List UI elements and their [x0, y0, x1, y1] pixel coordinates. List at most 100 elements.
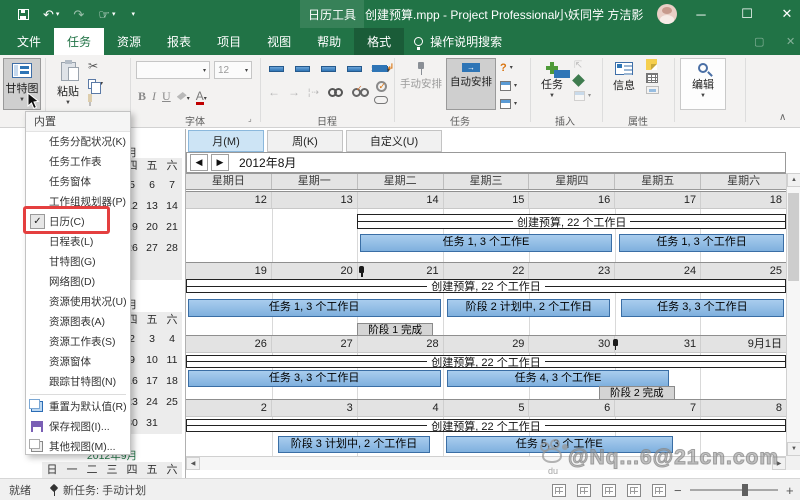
date-cell[interactable]: 31 — [614, 336, 700, 352]
date-cell[interactable]: 3 — [270, 400, 357, 416]
date-cell[interactable]: 16 — [528, 192, 614, 208]
calendar-tab-周(K)[interactable]: 周(K) — [267, 130, 343, 152]
date-cell[interactable]: 30 — [528, 336, 614, 352]
date-cell[interactable]: 6 — [528, 400, 614, 416]
format-painter-button[interactable] — [88, 94, 103, 106]
sheet-view-shortcut[interactable] — [627, 483, 641, 497]
task-bar[interactable]: 任务 3, 3 个工作日 — [187, 370, 441, 387]
scroll-down-button[interactable]: ▼ — [787, 442, 800, 456]
new-task-mode[interactable]: 新任务: 手动计划 — [50, 479, 146, 500]
underline-button[interactable]: U — [162, 89, 171, 104]
task-inspector-button[interactable]: ? ▾ — [500, 60, 517, 75]
font-color-button[interactable]: A▾ — [195, 87, 207, 105]
tab-格式[interactable]: 格式 — [354, 28, 405, 55]
indent-task-button[interactable]: → — [288, 85, 300, 99]
task-information-button[interactable]: 信息 — [606, 58, 642, 110]
split-task-button[interactable]: ¦⇢ — [308, 87, 320, 98]
percent-complete-50-button[interactable]: 50% — [316, 58, 340, 80]
maximize-button[interactable]: ☐ — [730, 0, 764, 28]
task-bar[interactable]: 任务 3, 3 个工作日 — [620, 299, 785, 317]
date-cell[interactable]: 24 — [614, 263, 700, 279]
tab-视图[interactable]: 视图 — [254, 28, 304, 55]
summary-task-bar[interactable]: 创建预算, 22 个工作日 — [186, 279, 786, 293]
date-cell[interactable]: 22 — [442, 263, 529, 279]
insert-summary-button[interactable]: ⇱ — [574, 59, 591, 73]
vertical-scrollbar[interactable]: ▲ ▼ — [786, 173, 800, 456]
task-notes-button[interactable] — [646, 59, 659, 70]
highlight-color-button[interactable]: ▾ — [176, 87, 190, 105]
zoom-out-button[interactable]: − — [674, 479, 682, 500]
date-cell[interactable]: 20 — [270, 263, 357, 279]
inactivate-task-icon[interactable] — [374, 96, 388, 104]
tab-帮助[interactable]: 帮助 — [304, 28, 354, 55]
date-cell[interactable]: 7 — [614, 400, 700, 416]
date-cell[interactable]: 17 — [614, 192, 700, 208]
insert-deliverable-button[interactable]: ▾ — [574, 88, 591, 103]
insert-milestone-button[interactable] — [572, 74, 591, 87]
scroll-left-button[interactable]: ◀ — [186, 457, 200, 470]
task-details-button[interactable] — [646, 73, 659, 83]
task-bar[interactable]: 任务 1, 3 个工作E — [360, 234, 612, 252]
date-cell[interactable]: 15 — [442, 192, 529, 208]
percent-complete-25-button[interactable]: 25% — [290, 58, 314, 80]
date-cell[interactable]: 5 — [442, 400, 529, 416]
team-planner-shortcut[interactable] — [602, 483, 616, 497]
font-name-combobox[interactable]: ▾ — [136, 61, 210, 79]
next-month-button[interactable]: ▶ — [211, 154, 229, 171]
date-cell[interactable]: 23 — [528, 263, 614, 279]
date-cell[interactable]: 27 — [270, 336, 357, 352]
tab-项目[interactable]: 项目 — [204, 28, 254, 55]
minimize-button[interactable]: ─ — [684, 0, 718, 28]
mark-on-track-icon[interactable] — [375, 81, 387, 92]
outdent-task-button[interactable]: ← — [268, 85, 280, 99]
date-cell[interactable]: 13 — [270, 192, 357, 208]
paste-button[interactable]: 粘贴 ▼ — [50, 58, 86, 110]
milestone-bar[interactable]: 阶段 1 完成 — [357, 323, 433, 335]
menu-item-资源图表(A)[interactable]: 资源图表(A) — [26, 312, 130, 332]
percent-complete-0-button[interactable]: 0% — [264, 58, 288, 80]
copy-button[interactable]: ▾ — [88, 76, 103, 94]
task-bar[interactable]: 阶段 3 计划中, 2 个工作日 — [277, 436, 431, 453]
date-cell[interactable]: 19 — [186, 263, 271, 279]
date-cell[interactable]: 2 — [186, 400, 271, 416]
italic-button[interactable]: I — [152, 89, 156, 104]
auto-schedule-button[interactable]: → 自动安排 — [446, 58, 496, 110]
horizontal-scrollbar[interactable]: ◀ ▶ — [186, 456, 786, 470]
zoom-slider-thumb[interactable] — [742, 484, 748, 496]
milestone-bar[interactable]: 阶段 2 完成 — [599, 386, 675, 399]
calendar-tab-月(M)[interactable]: 月(M) — [188, 130, 264, 152]
collapse-ribbon-button[interactable]: ∧ — [779, 112, 786, 123]
previous-month-button[interactable]: ◀ — [190, 154, 208, 171]
unlink-tasks-button[interactable] — [351, 84, 369, 97]
menu-item-其他视图(M)[interactable]: 其他视图(M)... — [26, 437, 130, 457]
date-cell[interactable]: 18 — [700, 192, 786, 208]
report-view-shortcut[interactable] — [652, 483, 666, 497]
bold-button[interactable]: B — [138, 89, 146, 104]
summary-task-bar[interactable]: 创建预算, 22 个工作日 — [357, 214, 786, 229]
menu-item-任务窗体[interactable]: 任务窗体 — [26, 172, 130, 192]
date-cell[interactable]: 29 — [442, 336, 529, 352]
menu-item-资源工作表(S)[interactable]: 资源工作表(S) — [26, 332, 130, 352]
date-cell[interactable]: 14 — [356, 192, 443, 208]
menu-item-保存视图(I)[interactable]: 保存视图(I)... — [26, 417, 130, 437]
zoom-slider-track[interactable] — [690, 489, 778, 491]
mini-month-grid[interactable]: 日一二三四五六 — [42, 462, 182, 478]
account-name[interactable]: 小妖同学 方洁影 — [556, 0, 643, 28]
respect-links-button[interactable]: ▾ — [372, 59, 394, 77]
summary-task-bar[interactable]: 创建预算, 22 个工作日 — [186, 419, 786, 432]
task-bar[interactable]: 任务 1, 3 个工作日 — [187, 299, 441, 317]
menu-item-重置为默认值(R)[interactable]: 重置为默认值(R) — [26, 397, 130, 417]
date-cell[interactable]: 26 — [186, 336, 271, 352]
task-bar[interactable]: 阶段 2 计划中, 2 个工作日 — [447, 299, 611, 317]
vertical-scroll-thumb[interactable] — [788, 193, 799, 281]
date-cell[interactable]: 12 — [186, 192, 271, 208]
scroll-up-button[interactable]: ▲ — [787, 173, 800, 187]
summary-task-bar[interactable]: 创建预算, 22 个工作日 — [186, 355, 786, 368]
tab-任务[interactable]: 任务 — [54, 28, 105, 55]
tab-报表[interactable]: 报表 — [154, 28, 204, 55]
menu-item-任务分配状况(K)[interactable]: 任务分配状况(K) — [26, 132, 130, 152]
menu-item-跟踪甘特图(N)[interactable]: 跟踪甘特图(N) — [26, 372, 130, 392]
tell-me-search[interactable]: 操作说明搜索 — [414, 28, 502, 55]
add-to-timeline-button[interactable] — [646, 86, 659, 94]
task-bar[interactable]: 任务 1, 3 个工作日 — [618, 234, 785, 252]
